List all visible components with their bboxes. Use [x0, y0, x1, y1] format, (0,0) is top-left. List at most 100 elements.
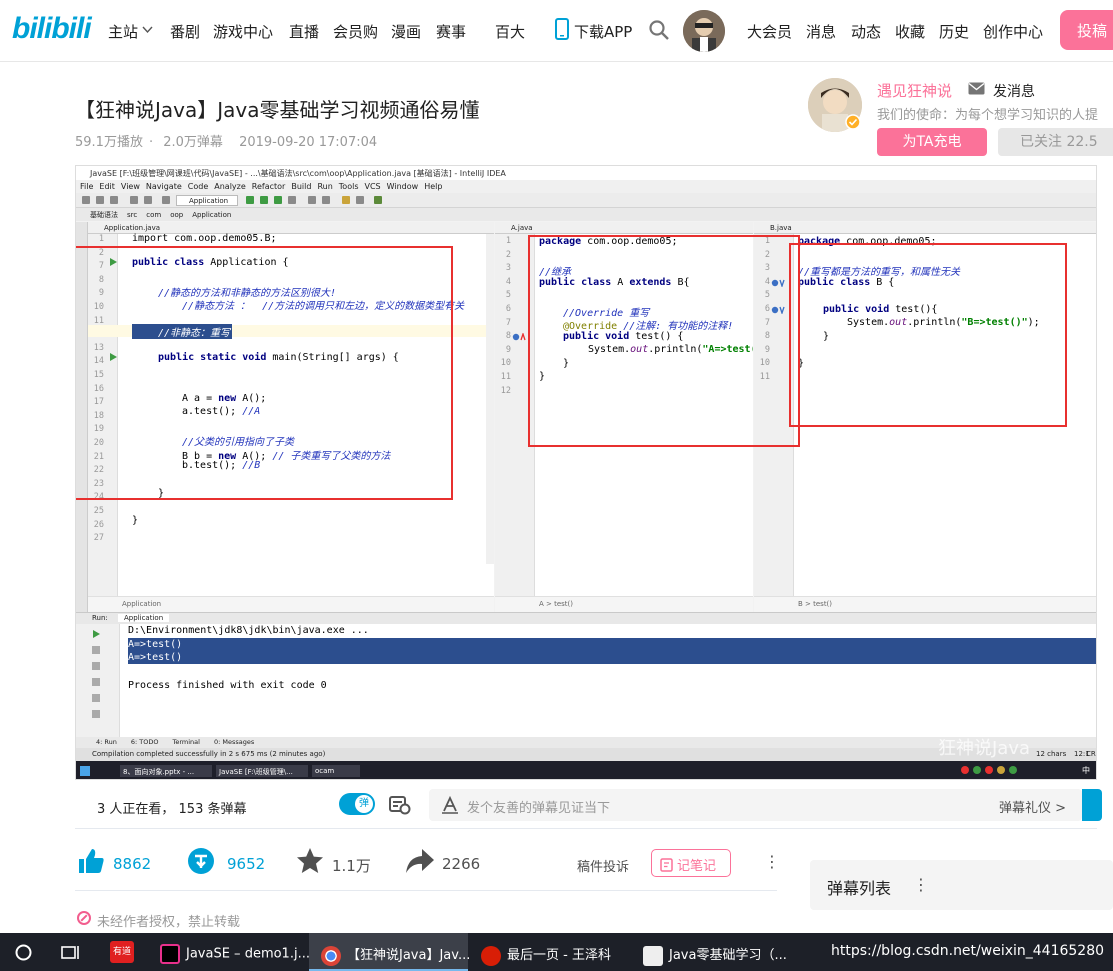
code-brace: } — [132, 515, 139, 526]
tray-ime: 中 — [1082, 766, 1090, 775]
danmaku-send-button[interactable] — [1082, 789, 1102, 821]
upload-button[interactable]: 投稿 — [1060, 10, 1113, 50]
taskbar-item-intellij[interactable]: JavaSE – demo1.j... — [155, 933, 310, 971]
favorite-count: 1.1万 — [332, 857, 371, 875]
nav-vip[interactable]: 大会员 — [747, 21, 792, 42]
line-number: 1 — [98, 234, 104, 244]
ide-toolbar-icon — [342, 196, 350, 204]
ide-menu-bar: File Edit View Navigate Code Analyze Refactor B… — [76, 180, 1096, 193]
nav-main[interactable]: 主站 — [108, 21, 138, 42]
text-style-icon[interactable] — [441, 796, 459, 814]
override-gutter-icon — [512, 333, 526, 341]
nav-download-app[interactable]: 下载APP — [574, 21, 632, 42]
dump-icon — [92, 678, 100, 686]
nav-mall[interactable]: 会员购 — [333, 21, 378, 42]
line-number: 2 — [505, 249, 511, 260]
report-link[interactable]: 稿件投诉 — [577, 856, 629, 875]
nav-manga[interactable]: 漫画 — [391, 21, 421, 42]
nav-esports[interactable]: 赛事 — [436, 21, 466, 42]
danmaku-list-title: 弹幕列表 — [827, 879, 892, 898]
run-label: Run: — [92, 614, 108, 622]
no-repost-icon — [77, 911, 91, 925]
favorite-icon[interactable] — [296, 847, 324, 875]
top-nav: bilibili 主站 番剧 游戏中心 直播 会员购 漫画 赛事 百大 下载AP… — [0, 0, 1113, 62]
nav-favorites[interactable]: 收藏 — [895, 21, 925, 42]
task-view-icon[interactable] — [61, 944, 81, 961]
ide-menu-navigate: Navigate — [145, 182, 182, 191]
view-count: 59.1万播放 — [75, 135, 143, 150]
danmaku-list-more-icon[interactable]: ⋮ — [913, 875, 929, 894]
nav-dynamics[interactable]: 动态 — [851, 21, 881, 42]
share-count: 2266 — [442, 855, 481, 873]
ide-menu-tools: Tools — [338, 182, 359, 191]
tray-icon — [1009, 766, 1017, 774]
like-icon[interactable] — [77, 847, 105, 875]
line-number: 9 — [505, 344, 511, 355]
intellij-icon — [160, 944, 180, 964]
ide-breadcrumb: 基础语法 src com oop Application — [76, 208, 1096, 221]
line-number: 8 — [505, 331, 511, 342]
danmaku-etiquette-link[interactable]: 弹幕礼仪 > — [999, 797, 1066, 816]
video-player[interactable]: JavaSE [F:\班级管理\网课班\代码\JavaSE] - ...\基础语… — [75, 165, 1097, 780]
taskbar-item-label: 最后一页 - 王泽科 — [507, 948, 611, 963]
danmaku-settings-icon[interactable] — [389, 795, 411, 815]
more-options-icon[interactable]: ⋮ — [764, 852, 780, 871]
nav-game-center[interactable]: 游戏中心 — [213, 21, 273, 42]
tab-label: B.java — [770, 224, 792, 232]
taskbar-item-netease[interactable]: 最后一页 - 王泽科 — [476, 933, 630, 971]
taskbar-item-typora[interactable]: Java零基础学习（... — [638, 933, 788, 971]
highlight-box-b-java — [789, 243, 1067, 427]
ide-menu-vcs: VCS — [364, 182, 381, 191]
taskbar-item-chrome[interactable]: 【狂神说Java】Jav... — [309, 933, 470, 971]
status-chars: 12 chars — [1036, 750, 1067, 758]
danmaku-toggle[interactable]: 弹 — [339, 793, 375, 815]
nav-creator-center[interactable]: 创作中心 — [983, 21, 1043, 42]
editor-scrollbar[interactable] — [486, 234, 494, 564]
user-avatar[interactable] — [683, 10, 725, 52]
ide-menu-refactor: Refactor — [251, 182, 286, 191]
taskbar-item-label: JavaSE – demo1.j... — [186, 946, 310, 962]
line-number: 25 — [93, 506, 104, 516]
status-line-ending: CRLF — [1086, 750, 1096, 758]
coin-icon[interactable] — [187, 847, 215, 875]
crumb-module: 基础语法 — [90, 211, 118, 219]
cortana-icon[interactable] — [15, 944, 32, 961]
send-message-link[interactable]: 发消息 — [993, 81, 1035, 101]
console-command: D:\Environment\jdk8\jdk\bin\java.exe ... — [128, 625, 369, 636]
ide-toolbar-icon — [96, 196, 104, 204]
run-toolbar — [76, 624, 120, 737]
tray-icon — [973, 766, 981, 774]
recorded-task-ppt: 8、面向对象.pptx - ... — [120, 765, 212, 777]
meta-separator: · — [148, 135, 154, 150]
nav-anime[interactable]: 番剧 — [170, 21, 200, 42]
nav-messages[interactable]: 消息 — [806, 21, 836, 42]
line-number: 1 — [505, 236, 511, 246]
take-note-button[interactable]: 记笔记 — [651, 849, 731, 877]
youdao-app-icon[interactable]: 有道 — [110, 941, 134, 963]
coverage-icon — [274, 196, 282, 204]
danmaku-count: 2.0万弹幕 — [163, 135, 223, 150]
uploader-name[interactable]: 遇见狂神说 — [877, 80, 952, 101]
ide-menu-edit: Edit — [99, 182, 115, 191]
search-icon[interactable] — [648, 19, 670, 41]
crumb-src: src — [127, 211, 138, 219]
bilibili-logo[interactable]: bilibili — [12, 12, 92, 46]
run-tab: Application — [118, 614, 170, 622]
danmaku-input-placeholder: 发个友善的弹幕见证当下 — [467, 801, 611, 816]
rerun-icon — [93, 630, 100, 638]
share-icon[interactable] — [405, 848, 435, 874]
stop-icon — [92, 646, 100, 654]
ide-toolbar: Application — [76, 193, 1096, 208]
danmaku-input[interactable]: 发个友善的弹幕见证当下 弹幕礼仪 > — [429, 789, 1082, 821]
ide-menu-window: Window — [386, 182, 419, 191]
nav-top100[interactable]: 百大 — [495, 21, 525, 42]
message-icon[interactable] — [968, 82, 985, 95]
code-import: import com.oop.demo05.B; — [132, 233, 277, 244]
charge-button[interactable]: 为TA充电 — [877, 128, 987, 156]
nav-live[interactable]: 直播 — [289, 21, 319, 42]
follow-button[interactable]: 已关注 22.5 — [998, 128, 1113, 156]
nav-history[interactable]: 历史 — [939, 21, 969, 42]
video-watermark: 狂神说Java — [938, 738, 1031, 759]
danmaku-bar: 3 人正在看， 153 条弹幕 弹 发个友善的弹幕见证当下 弹幕礼仪 > — [75, 781, 1102, 829]
danmaku-list-panel[interactable]: 弹幕列表 ⋮ — [810, 860, 1113, 910]
